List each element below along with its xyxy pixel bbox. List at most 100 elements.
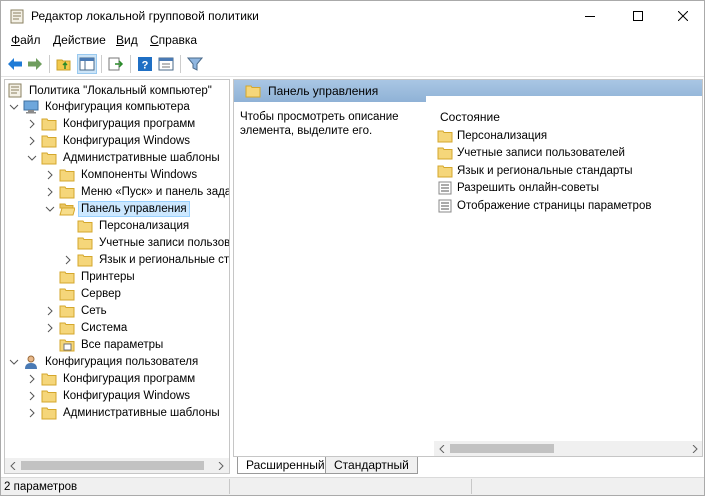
toolbar-separator — [49, 55, 50, 73]
properties-button[interactable] — [156, 54, 176, 74]
scrollbar-thumb[interactable] — [21, 461, 204, 470]
chevron-right-icon[interactable] — [45, 187, 55, 197]
folder-icon — [41, 151, 57, 165]
menu-help[interactable]: Справка — [150, 33, 197, 47]
tree-item-label: Персонализация — [99, 220, 190, 233]
chevron-down-icon[interactable] — [27, 153, 37, 163]
tree-item[interactable]: Сеть — [45, 302, 109, 319]
scroll-left-icon[interactable] — [437, 444, 446, 453]
list-item[interactable]: Отображение страницы параметров — [437, 197, 651, 214]
list-item-label: Персонализация — [457, 129, 548, 142]
chevron-right-icon[interactable] — [45, 170, 55, 180]
chevron-down-icon[interactable] — [45, 204, 55, 214]
maximize-button[interactable] — [615, 1, 661, 31]
list-item[interactable]: Разрешить онлайн-советы — [437, 180, 599, 197]
chevron-right-icon[interactable] — [27, 119, 37, 129]
folder-icon — [41, 372, 57, 386]
tree-item[interactable]: Персонализация — [63, 218, 191, 235]
tree-horizontal-scrollbar[interactable] — [5, 458, 229, 473]
tree-item[interactable]: Компоненты Windows — [45, 167, 199, 184]
tree-item[interactable]: Учетные записи пользователей — [63, 235, 229, 252]
export-list-button[interactable] — [106, 54, 126, 74]
folder-icon — [59, 304, 75, 318]
list-horizontal-scrollbar[interactable] — [434, 441, 702, 456]
menu-action[interactable]: Действие — [53, 33, 106, 47]
folder-icon — [437, 129, 453, 143]
tree-item[interactable]: Сервер — [45, 285, 123, 302]
menu-bar: Файл Действие Вид Справка — [1, 31, 704, 51]
tree-item[interactable]: Административные шаблоны — [27, 150, 222, 167]
list-item[interactable]: Персонализация — [437, 127, 547, 144]
tree-item-label: Конфигурация Windows — [63, 135, 191, 148]
menu-file[interactable]: Файл — [11, 33, 41, 47]
scrollbar-thumb[interactable] — [450, 444, 554, 453]
tree-item[interactable]: Система — [45, 319, 129, 336]
scroll-right-icon[interactable] — [216, 461, 225, 470]
tree-item-label: Административные шаблоны — [63, 152, 220, 165]
list-item-label: Язык и региональные стандарты — [457, 164, 633, 177]
chevron-right-icon[interactable] — [45, 306, 55, 316]
folder-icon — [59, 168, 75, 182]
tree-item[interactable]: Конфигурация программ — [27, 116, 197, 133]
list-item-label: Разрешить онлайн-советы — [457, 182, 599, 195]
menu-view[interactable]: Вид — [116, 33, 138, 47]
tree-item[interactable]: Административные шаблоны — [27, 404, 222, 421]
toolbar-separator — [130, 55, 131, 73]
scroll-left-icon[interactable] — [8, 461, 17, 470]
tree-item[interactable]: Конфигурация компьютера — [9, 99, 192, 116]
toolbar-separator — [180, 55, 181, 73]
folder-icon — [77, 219, 93, 233]
status-separator — [471, 479, 472, 494]
column-header-state[interactable]: Состояние — [440, 110, 500, 124]
tree-item-label: Принтеры — [81, 270, 135, 283]
window-title: Редактор локальной групповой политики — [31, 9, 259, 23]
minimize-button[interactable] — [567, 1, 613, 31]
show-hide-tree-button[interactable] — [77, 54, 97, 74]
list-item[interactable]: Язык и региональные стандарты — [437, 162, 633, 179]
computer-icon — [23, 100, 39, 114]
settings-folder-icon — [59, 338, 75, 352]
tree-item[interactable]: Меню «Пуск» и панель задач — [45, 184, 230, 201]
chevron-down-icon[interactable] — [9, 102, 19, 112]
tree-item-label: Конфигурация программ — [63, 118, 196, 131]
tab-extended[interactable]: Расширенный — [237, 457, 334, 474]
tree-item-label: Конфигурация Windows — [63, 389, 191, 402]
details-header-title: Панель управления — [268, 84, 379, 98]
chevron-right-icon[interactable] — [45, 323, 55, 333]
app-window: Редактор локальной групповой политики Фа… — [0, 0, 705, 496]
folder-icon — [245, 84, 261, 101]
chevron-right-icon[interactable] — [27, 408, 37, 418]
tree-item-label: Конфигурация компьютера — [45, 101, 190, 114]
tree-item-label: Система — [81, 321, 128, 334]
tree-item-label: Меню «Пуск» и панель задач — [81, 186, 230, 199]
close-button[interactable] — [660, 1, 705, 31]
tree-item[interactable]: Язык и региональные стандарты — [63, 252, 229, 269]
chevron-right-icon[interactable] — [27, 136, 37, 146]
chevron-down-icon[interactable] — [9, 357, 19, 367]
forward-button[interactable] — [25, 54, 45, 74]
tree-item[interactable]: Все параметры — [45, 336, 165, 353]
scroll-right-icon[interactable] — [690, 444, 699, 453]
chevron-right-icon[interactable] — [63, 255, 73, 265]
filter-button[interactable] — [185, 54, 205, 74]
tree-item[interactable]: Принтеры — [45, 268, 137, 285]
tree-item[interactable]: Конфигурация программ — [27, 370, 197, 387]
tree-item[interactable]: Панель управления — [45, 201, 190, 218]
tree-item[interactable]: Конфигурация Windows — [27, 133, 192, 150]
tree-pane[interactable]: Административные шаблоны Конфигурация Win… — [4, 79, 230, 474]
description-text: Чтобы просмотреть описание элемента, выд… — [240, 111, 399, 137]
tree-item[interactable]: Конфигурация пользователя — [9, 353, 200, 370]
tree-item-label: Компоненты Windows — [81, 169, 198, 182]
chevron-right-icon[interactable] — [27, 391, 37, 401]
tree-item[interactable]: Конфигурация Windows — [27, 387, 192, 404]
back-button[interactable] — [5, 54, 25, 74]
help-button[interactable]: ? — [135, 54, 155, 74]
tree-item-label: Конфигурация программ — [63, 372, 196, 385]
chevron-right-icon[interactable] — [27, 374, 37, 384]
tree-item[interactable]: Политика "Локальный компьютер" — [7, 82, 214, 99]
policy-editor-icon — [10, 9, 24, 24]
up-folder-button[interactable] — [54, 54, 74, 74]
list-item[interactable]: Учетные записи пользователей — [437, 145, 625, 162]
tree-item-label: Сервер — [81, 287, 121, 300]
tab-standard[interactable]: Стандартный — [325, 457, 418, 474]
